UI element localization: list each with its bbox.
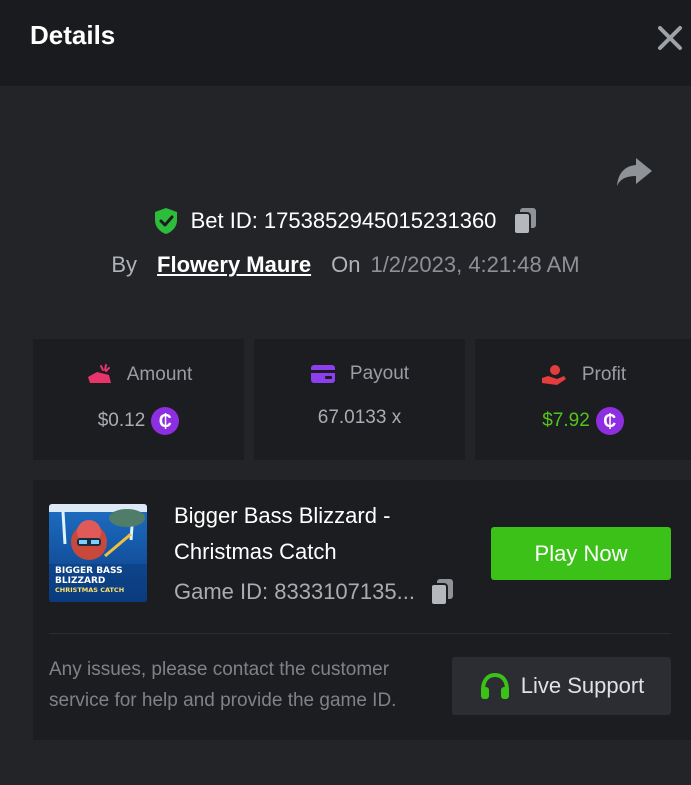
amount-icon [87, 364, 111, 383]
copy-icon[interactable] [429, 578, 455, 606]
username-link[interactable]: Flowery Maure [157, 252, 311, 278]
payout-value: 67.0133 x [317, 407, 402, 428]
game-card: BIGGER BASS BLIZZARD CHRISTMAS CATCH Big… [33, 480, 691, 740]
game-id: Game ID: 8333107135... [174, 579, 415, 604]
coin-icon: ₵ [151, 407, 180, 435]
amount-label: Amount [126, 364, 193, 385]
coin-icon: ₵ [595, 407, 624, 435]
bet-meta-row: By Flowery Maure On 1/2/2023, 4:21:48 AM [0, 248, 691, 282]
profit-hand-icon [541, 365, 566, 385]
thumbnail-title-3: CHRISTMAS CATCH [55, 586, 124, 594]
details-header: Details [0, 0, 691, 86]
bet-datetime: 1/2/2023, 4:21:48 AM [370, 252, 580, 277]
page-title: Details [30, 20, 116, 50]
on-label: On [331, 252, 361, 277]
profit-card: Profit $7.92 ₵ [475, 339, 691, 460]
payout-label: Payout [349, 363, 410, 384]
live-support-label: Live Support [520, 673, 645, 698]
shield-check-icon [154, 208, 177, 234]
bet-id-row: Bet ID: 1753852945015231360 [0, 204, 691, 238]
profit-value: $7.92 [542, 410, 590, 431]
bet-id: Bet ID: 1753852945015231360 [190, 208, 497, 233]
thumbnail-title-2: BLIZZARD [55, 576, 105, 586]
divider [49, 633, 671, 634]
by-label: By [111, 252, 138, 277]
profit-label: Profit [581, 364, 627, 385]
copy-icon[interactable] [512, 207, 538, 235]
close-icon[interactable] [652, 20, 688, 56]
live-support-button[interactable]: Live Support [452, 657, 671, 715]
share-icon[interactable] [614, 154, 654, 190]
support-note: Any issues, please contact the customer … [49, 659, 397, 711]
play-now-button[interactable]: Play Now [491, 527, 671, 580]
payout-card: Payout 67.0133 x [254, 339, 465, 460]
game-thumbnail[interactable]: BIGGER BASS BLIZZARD CHRISTMAS CATCH [49, 504, 147, 602]
game-name-line2: Christmas Catch [174, 539, 337, 564]
game-name-line1: Bigger Bass Blizzard - [174, 503, 391, 528]
payout-card-icon [310, 365, 335, 383]
game-name[interactable]: Bigger Bass Blizzard - Christmas Catch [174, 498, 444, 570]
amount-card: Amount $0.12 ₵ [33, 339, 244, 460]
game-id-row: Game ID: 8333107135... [174, 578, 455, 606]
amount-value: $0.12 [97, 410, 146, 431]
headset-icon [480, 672, 509, 699]
thumbnail-title-1: BIGGER BASS [55, 566, 123, 576]
